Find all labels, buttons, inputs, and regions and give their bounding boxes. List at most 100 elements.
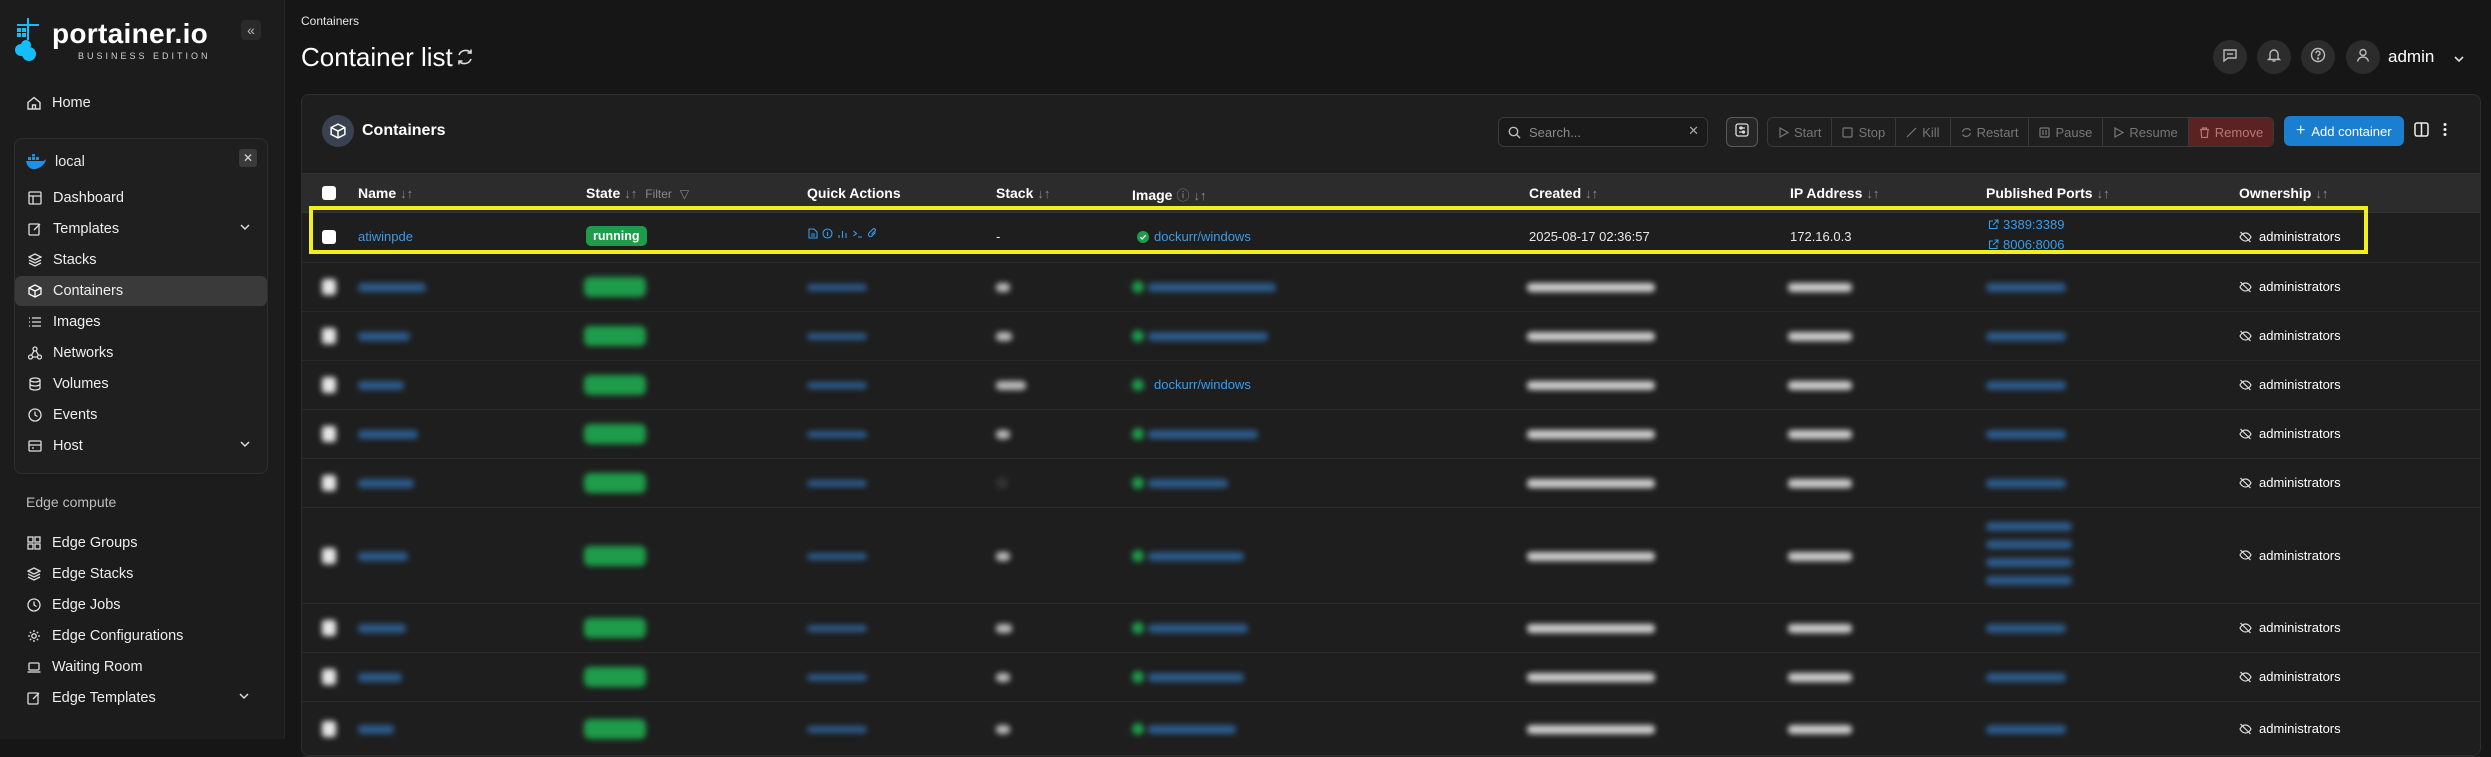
port-link[interactable]: 3389:3389 bbox=[1988, 217, 2064, 232]
redacted-value bbox=[1788, 551, 1852, 561]
select-all-checkbox[interactable] bbox=[322, 186, 336, 200]
table-row[interactable]: administrators bbox=[302, 312, 2480, 361]
table-row[interactable]: administrators bbox=[302, 604, 2480, 653]
column-ownership[interactable]: Ownership ↓↑ bbox=[2239, 185, 2328, 201]
redacted-value bbox=[1788, 673, 1852, 682]
ownership-cell: administrators bbox=[2239, 669, 2341, 684]
inspect-icon[interactable] bbox=[822, 228, 833, 239]
sidebar-item-containers[interactable]: Containers bbox=[15, 276, 267, 306]
table-row[interactable]: administrators bbox=[302, 459, 2480, 508]
redacted-value bbox=[358, 332, 410, 341]
redacted-value bbox=[807, 625, 867, 632]
table-row[interactable]: administrators bbox=[302, 508, 2480, 604]
attach-icon[interactable] bbox=[867, 228, 878, 239]
portainer-logo[interactable]: portainer.io BUSINESS EDITION bbox=[14, 18, 211, 62]
sidebar-item-stacks[interactable]: Stacks bbox=[15, 245, 267, 275]
stats-icon[interactable] bbox=[837, 228, 848, 239]
redacted-value bbox=[358, 725, 394, 734]
ownership-cell: administrators bbox=[2239, 475, 2341, 490]
port-link[interactable]: 8006:8006 bbox=[1988, 237, 2064, 252]
notifications-button[interactable] bbox=[2257, 40, 2291, 74]
filter-settings-button[interactable] bbox=[1726, 117, 1758, 147]
redacted-value bbox=[1986, 558, 2072, 567]
row-checkbox[interactable] bbox=[322, 230, 336, 244]
column-stack[interactable]: Stack ↓↑ bbox=[996, 185, 1050, 201]
redacted-value bbox=[358, 381, 404, 390]
redacted-value bbox=[996, 332, 1012, 341]
sidebar-item-waiting-room[interactable]: Waiting Room bbox=[14, 652, 266, 682]
user-name[interactable]: admin bbox=[2388, 47, 2434, 67]
column-name[interactable]: Name ↓↑ bbox=[358, 185, 413, 201]
column-image[interactable]: Image ⓘ ↓↑ bbox=[1132, 185, 1206, 204]
sidebar-item-events[interactable]: Events bbox=[15, 400, 267, 430]
column-created[interactable]: Created ↓↑ bbox=[1529, 185, 1598, 201]
table-row[interactable]: dockurr/windows administrators bbox=[302, 361, 2480, 410]
remove-button[interactable]: Remove bbox=[2188, 118, 2274, 146]
console-icon[interactable] bbox=[852, 228, 863, 239]
start-button[interactable]: Start bbox=[1768, 118, 1833, 146]
logo-edition: BUSINESS EDITION bbox=[78, 50, 211, 61]
environment-box: local ✕ Dashboard Templates Stacks Conta… bbox=[14, 138, 268, 474]
restart-button[interactable]: Restart bbox=[1950, 118, 2030, 146]
sidebar-item-templates[interactable]: Templates bbox=[15, 214, 267, 244]
redacted-value bbox=[1527, 624, 1655, 633]
redacted-value bbox=[358, 479, 414, 488]
sidebar-item-edge-jobs[interactable]: Edge Jobs bbox=[14, 590, 266, 620]
pause-button[interactable]: Pause bbox=[2029, 118, 2104, 146]
sidebar-item-images[interactable]: Images bbox=[15, 307, 267, 337]
table-row[interactable]: atiwinpde running - dockurr/windows 2025… bbox=[302, 212, 2480, 263]
redacted-value bbox=[1986, 576, 2072, 585]
columns-icon[interactable] bbox=[2414, 122, 2429, 142]
kill-button[interactable]: Kill bbox=[1896, 118, 1951, 146]
refresh-icon[interactable] bbox=[456, 48, 474, 71]
sidebar-item-label: Waiting Room bbox=[52, 659, 143, 675]
collapse-sidebar-button[interactable]: « bbox=[241, 20, 261, 40]
add-container-label: Add container bbox=[2311, 123, 2392, 139]
logs-icon[interactable] bbox=[808, 228, 818, 239]
stop-button[interactable]: Stop bbox=[1832, 118, 1897, 146]
container-name-link[interactable]: atiwinpde bbox=[358, 229, 413, 244]
user-avatar[interactable] bbox=[2346, 40, 2380, 74]
clear-search-icon[interactable]: ✕ bbox=[1688, 123, 1699, 139]
image-cell[interactable]: dockurr/windows bbox=[1137, 229, 1251, 244]
image-link[interactable]: dockurr/windows bbox=[1154, 229, 1251, 244]
check-circle-icon bbox=[1137, 230, 1149, 243]
sidebar-item-host[interactable]: Host bbox=[15, 431, 267, 461]
stack-value: - bbox=[996, 229, 1001, 244]
resume-button[interactable]: Resume bbox=[2103, 118, 2189, 146]
column-ip-address[interactable]: IP Address ↓↑ bbox=[1790, 185, 1879, 201]
image-link[interactable]: dockurr/windows bbox=[1154, 377, 1251, 392]
redacted-value bbox=[584, 473, 646, 493]
close-environment-button[interactable]: ✕ bbox=[239, 149, 257, 167]
sidebar-item-volumes[interactable]: Volumes bbox=[15, 369, 267, 399]
sidebar-item-edge-templates[interactable]: Edge Templates bbox=[14, 683, 266, 713]
sidebar-item-edge-groups[interactable]: Edge Groups bbox=[14, 528, 266, 558]
sidebar-item-networks[interactable]: Networks bbox=[15, 338, 267, 368]
table-row[interactable]: administrators bbox=[302, 410, 2480, 459]
eye-off-icon bbox=[2239, 379, 2252, 390]
chevron-down-icon[interactable] bbox=[2453, 52, 2465, 70]
redacted-value bbox=[1986, 381, 2066, 390]
sidebar-item-label: Edge Jobs bbox=[52, 597, 121, 613]
help-button[interactable] bbox=[2301, 40, 2335, 74]
environment-header[interactable]: local bbox=[15, 147, 267, 177]
redacted-value bbox=[322, 721, 336, 737]
feedback-button[interactable] bbox=[2213, 40, 2247, 74]
column-state[interactable]: State ↓↑ Filter ▽ bbox=[586, 185, 689, 201]
sidebar-item-edge-stacks[interactable]: Edge Stacks bbox=[14, 559, 266, 589]
sidebar-item-dashboard[interactable]: Dashboard bbox=[15, 183, 267, 213]
redacted-value bbox=[358, 673, 402, 682]
redacted-value bbox=[1527, 725, 1655, 734]
redacted-value bbox=[322, 328, 336, 344]
sidebar-item-home[interactable]: Home bbox=[14, 88, 266, 118]
home-icon bbox=[26, 95, 42, 111]
sidebar-item-edge-configurations[interactable]: Edge Configurations bbox=[14, 621, 266, 651]
table-row[interactable]: administrators bbox=[302, 702, 2480, 757]
more-options-icon[interactable] bbox=[2442, 122, 2448, 142]
column-published-ports[interactable]: Published Ports ↓↑ bbox=[1986, 185, 2110, 201]
table-row[interactable]: administrators bbox=[302, 653, 2480, 702]
clock-icon bbox=[27, 407, 43, 423]
search-input[interactable] bbox=[1527, 123, 1691, 141]
add-container-button[interactable]: + Add container bbox=[2284, 116, 2404, 146]
table-row[interactable]: administrators bbox=[302, 263, 2480, 312]
